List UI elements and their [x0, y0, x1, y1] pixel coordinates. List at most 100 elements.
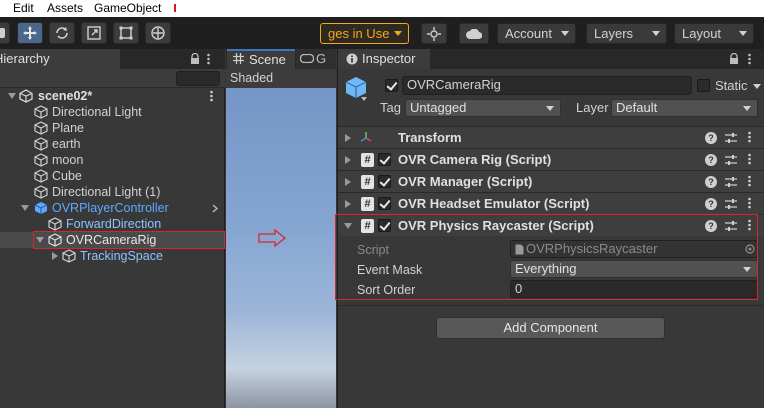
presets-icon[interactable] [725, 132, 737, 144]
foldout-arrow-icon[interactable] [52, 252, 58, 260]
main-toolbar: ges in Use Account Layers Layout [0, 17, 764, 49]
hand-tool-button[interactable] [0, 22, 10, 44]
component-title: OVR Manager (Script) [398, 174, 533, 189]
hierarchy-item[interactable]: earth [0, 136, 225, 152]
gameobject-cube-icon [34, 121, 48, 135]
hierarchy-item-prefab[interactable]: OVRPlayerController [0, 200, 225, 216]
component-enabled-checkbox[interactable] [378, 175, 391, 188]
hierarchy-item[interactable]: Plane [0, 120, 225, 136]
kebab-menu-icon[interactable] [210, 90, 213, 102]
scene-viewport[interactable] [226, 88, 336, 408]
scene-root-row[interactable]: scene02* [0, 88, 225, 104]
lock-icon[interactable] [729, 53, 739, 65]
kebab-menu-icon[interactable] [748, 153, 751, 165]
chevron-down-icon[interactable] [361, 97, 367, 101]
script-icon: # [361, 197, 374, 211]
account-dropdown[interactable]: Account [497, 23, 576, 44]
highlight-box [33, 231, 225, 249]
divider [338, 305, 764, 306]
menu-edit[interactable]: Edit [13, 1, 34, 15]
transform-tool-button[interactable] [145, 22, 171, 44]
tab-game[interactable]: G [296, 49, 336, 69]
chevron-down-icon [743, 106, 751, 111]
foldout-arrow-icon[interactable] [345, 156, 351, 164]
tag-dropdown[interactable]: Untagged [405, 99, 561, 117]
hierarchy-item[interactable]: ForwardDirection [0, 216, 225, 232]
gameobject-cube-icon [48, 217, 62, 231]
rotate-tool-button[interactable] [49, 22, 75, 44]
gameobject-cube-icon [34, 169, 48, 183]
chevron-down-icon [546, 106, 554, 111]
shading-mode-dropdown[interactable]: Shaded [230, 71, 273, 85]
help-icon[interactable]: ? [705, 154, 717, 166]
kebab-menu-icon[interactable] [748, 197, 751, 209]
component-title: OVR Headset Emulator (Script) [398, 196, 590, 211]
object-name-field[interactable]: OVRCameraRig [402, 76, 692, 95]
cloud-button[interactable] [459, 23, 489, 44]
layers-dropdown[interactable]: Layers [586, 23, 667, 44]
tab-scene[interactable]: Scene [227, 49, 295, 69]
component-transform[interactable]: Transform ? [338, 126, 764, 148]
chevron-down-icon [652, 31, 660, 36]
component-ovr-manager[interactable]: # OVR Manager (Script) ? [338, 170, 764, 192]
presets-icon[interactable] [725, 198, 737, 210]
add-component-button[interactable]: Add Component [436, 317, 665, 339]
scene-name: scene02* [38, 89, 93, 103]
kebab-menu-icon[interactable] [748, 53, 751, 65]
move-tool-button[interactable] [17, 22, 43, 44]
component-title: Transform [398, 130, 462, 145]
tab-inspector[interactable]: Inspector [338, 49, 430, 69]
hierarchy-item[interactable]: Cube [0, 168, 225, 184]
scale-icon [86, 25, 102, 41]
menu-assets[interactable]: Assets [47, 1, 83, 15]
static-checkbox[interactable] [697, 79, 710, 92]
help-icon[interactable]: ? [705, 132, 717, 144]
hierarchy-item[interactable]: Directional Light [0, 104, 225, 120]
layers-label: Layers [594, 26, 634, 41]
layout-dropdown[interactable]: Layout [674, 23, 754, 44]
scene-tab-label: Scene [249, 52, 286, 67]
menu-bar: Edit Assets GameObject [0, 0, 764, 17]
scale-tool-button[interactable] [81, 22, 107, 44]
layer-value: Default [616, 100, 658, 115]
foldout-arrow-icon[interactable] [345, 200, 351, 208]
rect-icon [118, 25, 134, 41]
hierarchy-item-label: ForwardDirection [66, 217, 162, 231]
presets-icon[interactable] [725, 176, 737, 188]
chevron-right-icon[interactable] [212, 204, 218, 213]
script-icon: # [361, 175, 374, 189]
hand-icon [0, 27, 6, 39]
component-ovr-camera-rig[interactable]: # OVR Camera Rig (Script) ? [338, 148, 764, 170]
snap-settings-button[interactable] [421, 23, 447, 44]
tab-hierarchy[interactable]: Hierarchy [0, 49, 120, 69]
active-checkbox[interactable] [385, 79, 398, 92]
foldout-arrow-icon[interactable] [8, 93, 16, 99]
chevron-down-icon[interactable] [753, 84, 761, 89]
object-name-text: OVRCameraRig [407, 77, 501, 92]
add-component-label: Add Component [503, 320, 598, 335]
hierarchy-item[interactable]: Directional Light (1) [0, 184, 225, 200]
presets-icon[interactable] [725, 154, 737, 166]
foldout-arrow-icon[interactable] [21, 205, 29, 211]
kebab-menu-icon[interactable] [748, 175, 751, 187]
menu-gameobject[interactable]: GameObject [94, 1, 161, 15]
packages-in-use-dropdown[interactable]: ges in Use [320, 23, 409, 44]
layer-dropdown[interactable]: Default [611, 99, 758, 117]
inspector-tab-label: Inspector [362, 51, 416, 66]
hierarchy-item-label: Directional Light (1) [52, 185, 161, 199]
help-icon[interactable]: ? [705, 176, 717, 188]
foldout-arrow-icon[interactable] [345, 134, 351, 142]
foldout-arrow-icon[interactable] [345, 178, 351, 186]
help-icon[interactable]: ? [705, 198, 717, 210]
component-enabled-checkbox[interactable] [378, 197, 391, 210]
layer-label: Layer [576, 100, 609, 115]
kebab-menu-icon[interactable] [207, 53, 210, 65]
component-enabled-checkbox[interactable] [378, 153, 391, 166]
rect-tool-button[interactable] [113, 22, 139, 44]
kebab-menu-icon[interactable] [748, 131, 751, 143]
lock-icon[interactable] [190, 53, 200, 65]
component-ovr-headset-emulator[interactable]: # OVR Headset Emulator (Script) ? [338, 192, 764, 214]
hierarchy-search-input[interactable] [176, 71, 220, 86]
hierarchy-item[interactable]: moon [0, 152, 225, 168]
hierarchy-item[interactable]: TrackingSpace [0, 248, 225, 264]
